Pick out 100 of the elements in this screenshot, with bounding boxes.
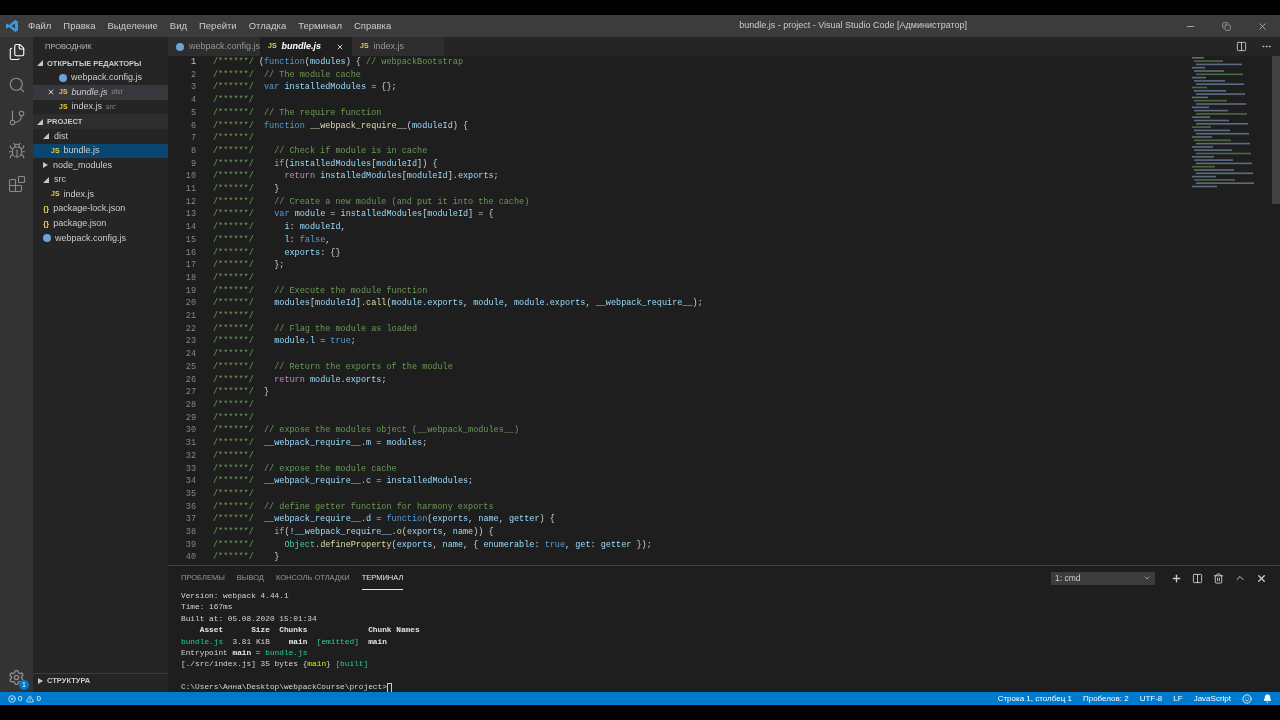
code-line: /******/ var module = installedModules[moduleId] = { bbox=[213, 208, 494, 222]
status-item[interactable]: JavaScript bbox=[1193, 692, 1231, 705]
close-icon[interactable] bbox=[336, 42, 344, 51]
code-line: /******/ } bbox=[213, 183, 280, 196]
circle-file-icon bbox=[176, 42, 184, 51]
line-number: 26 bbox=[185, 373, 196, 387]
line-number: 27 bbox=[185, 386, 196, 399]
status-item[interactable]: LF bbox=[1173, 692, 1183, 705]
line-number: 13 bbox=[185, 208, 196, 222]
editor-tab[interactable]: webpack.config.js bbox=[168, 37, 260, 56]
code-line: /******/ function __webpack_require__(moduleId) { bbox=[213, 119, 469, 133]
line-number: 36 bbox=[185, 500, 196, 514]
expanded-caret-icon bbox=[37, 118, 43, 125]
code-line: /******/ // expose the modules object (__webpack_modules__) bbox=[213, 424, 520, 438]
line-number: 2 bbox=[190, 68, 196, 82]
line-number: 29 bbox=[185, 411, 196, 425]
line-number: 4 bbox=[190, 94, 196, 107]
error-count[interactable]: 0 bbox=[18, 692, 23, 705]
line-number: 38 bbox=[185, 526, 196, 539]
code-line: /******/ __webpack_require__.c = installedModules; bbox=[213, 475, 474, 488]
circle-file-icon bbox=[43, 234, 51, 243]
line-number: 7 bbox=[190, 132, 196, 145]
status-item[interactable]: Строка 1, столбец 1 bbox=[997, 692, 1072, 705]
file-row[interactable]: {} package.json bbox=[33, 216, 168, 232]
trash-icon[interactable] bbox=[1213, 572, 1224, 584]
bell-icon[interactable] bbox=[1263, 694, 1272, 703]
code-line: /******/ bbox=[213, 399, 254, 412]
code-line: /******/ // The require function bbox=[213, 106, 382, 120]
code-line: /******/ bbox=[213, 487, 254, 501]
line-number: 10 bbox=[185, 170, 196, 184]
json-file-icon: {} bbox=[43, 217, 50, 230]
split-terminal-icon[interactable] bbox=[1192, 572, 1203, 584]
code-line: /******/ __webpack_require__.d = function(exports, name, getter) { bbox=[213, 513, 555, 526]
error-icon bbox=[8, 694, 16, 703]
menu-item[interactable]: Отладка bbox=[248, 18, 287, 34]
feedback-icon[interactable] bbox=[1242, 693, 1252, 704]
line-number: 17 bbox=[185, 259, 196, 272]
json-file-icon: {} bbox=[43, 203, 50, 216]
code-line: /******/ l: false, bbox=[213, 233, 331, 247]
menu-item[interactable]: Выделение bbox=[107, 18, 158, 34]
code-line: /******/ (function(modules) { // webpackBootstrap bbox=[213, 56, 463, 69]
extensions-icon[interactable] bbox=[7, 175, 26, 193]
file-row[interactable]: webpack.config.js bbox=[33, 231, 168, 246]
line-number: 15 bbox=[185, 233, 196, 247]
expanded-caret-icon bbox=[37, 60, 43, 67]
folder-row[interactable]: src bbox=[33, 172, 168, 188]
branch-icon[interactable] bbox=[7, 109, 26, 127]
code-line: /******/ // Flag the module as loaded bbox=[213, 322, 418, 336]
settings-icon[interactable] bbox=[8, 669, 25, 686]
warning-count[interactable]: 0 bbox=[36, 692, 41, 705]
files-icon[interactable] bbox=[7, 43, 26, 61]
open-editor-row[interactable]: webpack.config.js bbox=[33, 70, 168, 86]
code-line: /******/ bbox=[213, 310, 254, 323]
code-line: /******/ // define getter function for harmony exports bbox=[213, 500, 494, 514]
code-line: /******/ exports: {} bbox=[213, 246, 341, 260]
line-number: 30 bbox=[185, 424, 196, 438]
line-number: 37 bbox=[185, 513, 196, 526]
terminal-select[interactable]: 1: cmd bbox=[1051, 571, 1155, 585]
close-icon[interactable] bbox=[47, 88, 55, 97]
line-number: 12 bbox=[185, 195, 196, 209]
code-line: /******/ // Execute the module function bbox=[213, 284, 428, 298]
close-panel-icon[interactable] bbox=[1256, 572, 1267, 584]
new-terminal-icon[interactable] bbox=[1171, 572, 1182, 584]
collapsed-caret-icon bbox=[43, 162, 48, 169]
code-line: /******/ bbox=[213, 132, 254, 145]
code-line: /******/ module.l = true; bbox=[213, 335, 356, 349]
folder-row[interactable]: dist bbox=[33, 128, 168, 144]
search-icon[interactable] bbox=[7, 76, 26, 94]
code-line: /******/ modules[moduleId].call(module.exports, module, module.exports, __webpack_require__); bbox=[213, 297, 703, 311]
menu-item[interactable]: Перейти bbox=[199, 18, 237, 34]
menu-item[interactable]: Файл bbox=[28, 18, 52, 34]
line-number: 8 bbox=[190, 144, 196, 158]
code-line: /******/ return installedModules[moduleId].exports; bbox=[213, 170, 499, 184]
menu-item[interactable]: Справка bbox=[353, 18, 392, 34]
line-number: 9 bbox=[190, 157, 196, 171]
line-number: 11 bbox=[185, 183, 196, 196]
code-line: /******/ } bbox=[213, 386, 270, 399]
split-editor-icon[interactable] bbox=[1236, 41, 1247, 52]
line-number: 18 bbox=[185, 271, 196, 285]
app-logo-icon bbox=[6, 20, 18, 32]
status-item[interactable]: UTF-8 bbox=[1139, 692, 1163, 705]
line-number: 32 bbox=[185, 449, 196, 463]
line-number: 25 bbox=[185, 360, 196, 374]
menu-item[interactable]: Вид bbox=[169, 18, 187, 34]
line-number: 14 bbox=[185, 221, 196, 234]
expanded-caret-icon bbox=[43, 133, 49, 140]
menu-item[interactable]: Терминал bbox=[298, 18, 342, 34]
line-number: 35 bbox=[185, 487, 196, 501]
restore-icon[interactable] bbox=[1222, 21, 1231, 31]
file-row[interactable]: {} package-lock.json bbox=[33, 201, 168, 217]
circle-file-icon bbox=[59, 73, 67, 82]
code-line: /******/ Object.defineProperty(exports, name, { enumerable: true, get: getter }); bbox=[213, 538, 652, 552]
code-line: /******/ // The module cache bbox=[213, 68, 361, 82]
status-item[interactable]: Пробелов: 2 bbox=[1082, 692, 1129, 705]
bug-icon[interactable] bbox=[7, 142, 26, 160]
line-number: 20 bbox=[185, 297, 196, 311]
menu-item[interactable]: Правка bbox=[63, 18, 96, 34]
code-line: /******/ var installedModules = {}; bbox=[213, 81, 397, 95]
code-line: /******/ // expose the module cache bbox=[213, 462, 397, 476]
folder-row[interactable]: node_modules bbox=[33, 158, 168, 173]
